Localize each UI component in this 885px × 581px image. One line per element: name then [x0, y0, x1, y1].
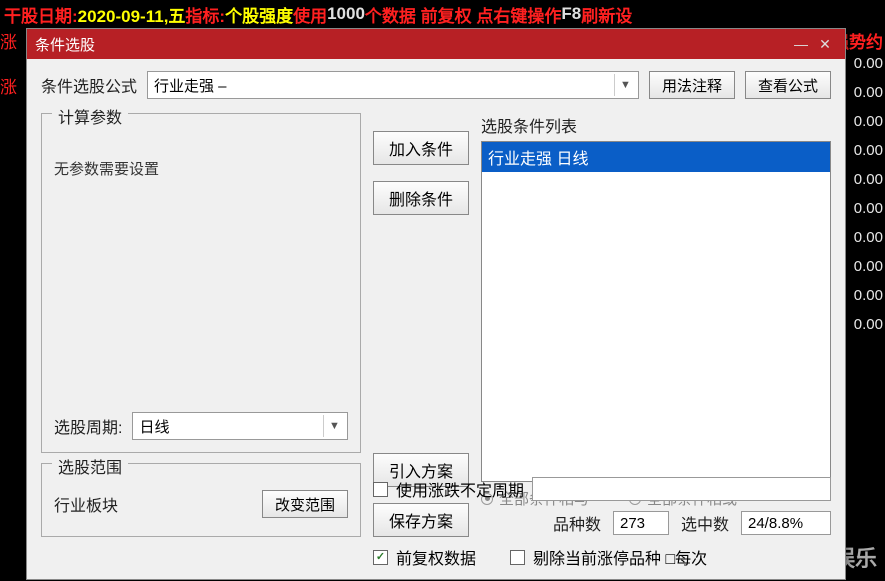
bg-value: 0.00: [843, 142, 885, 159]
condition-list-item[interactable]: 行业走强 日线: [482, 142, 830, 172]
bg-left-text: 涨: [0, 73, 26, 98]
bg-indicator: 个股强度: [225, 2, 293, 27]
close-icon[interactable]: ✕: [813, 36, 837, 53]
chevron-down-icon[interactable]: ▼: [323, 415, 345, 437]
formula-combo[interactable]: 行业走强 – ▼: [147, 71, 639, 99]
condition-list-label: 选股条件列表: [481, 113, 831, 137]
change-range-button[interactable]: 改变范围: [262, 490, 348, 518]
bg-text: 干股: [4, 2, 38, 27]
bg-value: 0.00: [843, 229, 885, 246]
condition-stock-dialog: 条件选股 — ✕ 条件选股公式 行业走强 – ▼ 用法注释 查看公式 计算参数 …: [26, 28, 846, 580]
chevron-down-icon[interactable]: ▼: [614, 74, 636, 96]
bg-date: 2020-09-11,五: [78, 2, 186, 27]
no-params-text: 无参数需要设置: [54, 158, 348, 179]
bg-left-text: 涨: [0, 28, 26, 53]
calc-params-title: 计算参数: [52, 104, 128, 128]
bg-value: 0.00: [843, 55, 885, 72]
bg-value: 0.00: [843, 84, 885, 101]
bg-text: 指标:: [185, 2, 225, 27]
uncertain-period-checkbox[interactable]: [373, 482, 388, 497]
variety-count-value: 273: [613, 511, 669, 535]
uncertain-period-label: 使用涨跌不定周期: [396, 477, 524, 501]
range-title: 选股范围: [52, 454, 128, 478]
uncertain-period-input[interactable]: [532, 477, 831, 501]
period-value: 日线: [139, 416, 169, 437]
bg-text: 日期:: [38, 2, 78, 27]
bg-text: 刷新设: [581, 2, 632, 27]
minimize-icon[interactable]: —: [789, 36, 813, 52]
bg-value: 0.00: [843, 287, 885, 304]
add-condition-button[interactable]: 加入条件: [373, 131, 469, 165]
formula-value: 行业走强 –: [154, 75, 227, 96]
condition-listbox[interactable]: 行业走强 日线: [481, 141, 831, 482]
formula-label: 条件选股公式: [41, 73, 137, 97]
delete-condition-button[interactable]: 删除条件: [373, 181, 469, 215]
bg-value: 0.00: [843, 171, 885, 188]
selected-count-value: 24/8.8%: [741, 511, 831, 535]
titlebar[interactable]: 条件选股 — ✕: [27, 29, 845, 59]
bg-text: 使用: [293, 2, 327, 27]
range-group: 选股范围 行业板块 改变范围: [41, 463, 361, 537]
forward-adjust-label: 前复权数据: [396, 545, 476, 569]
view-formula-button[interactable]: 查看公式: [745, 71, 831, 99]
bg-count: 1000: [327, 4, 365, 24]
bg-key: F8: [561, 4, 581, 24]
usage-notes-button[interactable]: 用法注释: [649, 71, 735, 99]
bg-value: 0.00: [843, 258, 885, 275]
calc-params-group: 计算参数 无参数需要设置 选股周期: 日线 ▼: [41, 113, 361, 453]
bg-value: 0.00: [843, 316, 885, 333]
period-combo[interactable]: 日线 ▼: [132, 412, 348, 440]
period-label: 选股周期:: [54, 414, 122, 438]
exclude-limitup-checkbox[interactable]: [510, 550, 525, 565]
bg-text: 个数据 前复权 点右键操作: [365, 2, 561, 27]
bg-value: 0.00: [843, 113, 885, 130]
range-value: 行业板块: [54, 492, 118, 516]
exclude-limitup-label: 剔除当前涨停品种 □每次: [533, 545, 707, 569]
bg-value: 0.00: [843, 200, 885, 217]
dialog-title: 条件选股: [35, 34, 95, 55]
variety-count-label: 品种数: [553, 511, 601, 535]
selected-count-label: 选中数: [681, 511, 729, 535]
forward-adjust-checkbox[interactable]: [373, 550, 388, 565]
